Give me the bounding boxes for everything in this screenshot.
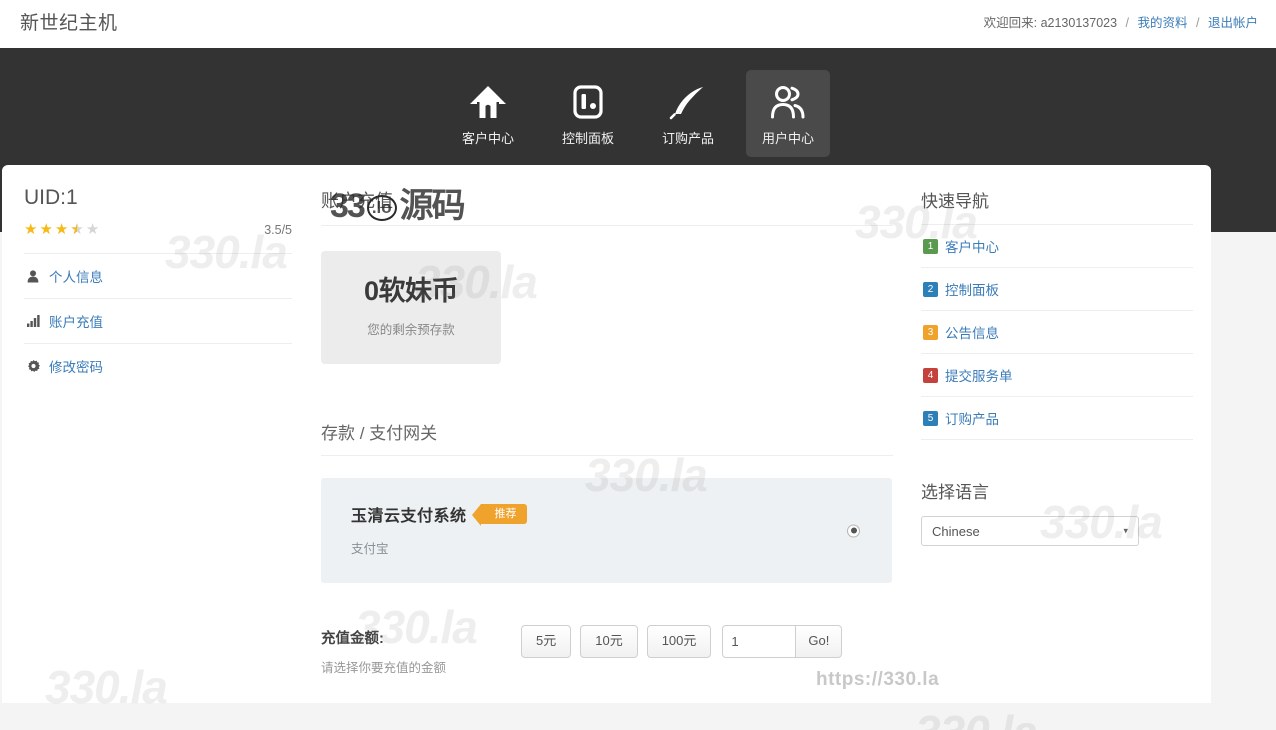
quicknav-item-customer-center[interactable]: 1 客户中心 [921,225,1193,268]
balance-amount: 0软妹币 [363,275,459,306]
sidebar-item-label: 个人信息 [49,270,103,285]
main-nav: 客户中心 控制面板 订购产品 用户中心 [0,70,1276,157]
chevron-down-icon: ▾ [1123,525,1128,536]
gateway-title-row: 玉清云支付系统 推荐 [351,502,527,527]
nav-label: 订购产品 [661,131,714,146]
quicknav-item-submit-ticket[interactable]: 4 提交服务单 [921,354,1193,397]
user-icon [26,269,40,283]
right-sidebar: 快速导航 1 客户中心 2 控制面板 3 公告信息 4 提交服务单 5 订购产品… [921,187,1193,546]
gateway-info: 玉清云支付系统 推荐 支付宝 [351,502,527,557]
watermark-text: 330.la [915,705,1038,730]
sidebar-menu: 个人信息 账户充值 修改密码 [24,253,292,388]
preset-amount-10[interactable]: 10元 [580,625,638,658]
amount-input-group: Go! [722,625,843,658]
balance-caption: 您的剩余预存款 [367,322,455,337]
quicknav-badge: 4 [923,367,938,383]
amount-input[interactable] [722,625,796,658]
logout-link[interactable]: 退出帐户 [1208,16,1258,30]
welcome-username: a2130137023 [1040,16,1118,30]
amount-hint: 请选择你要充值的金额 [321,661,447,675]
star-rating: ★ ★ ★ ★ ★ [24,222,99,237]
star-empty-icon: ★ [85,221,100,238]
star-half-icon: ★ [70,222,83,237]
language-selected-value: Chinese [932,523,980,539]
welcome-separator-2: / [1196,16,1200,30]
nav-item-customer-center[interactable]: 客户中心 [446,70,530,157]
page-root: 330.la 330.la 330.la 330.la 新世纪主机 欢迎回来: … [0,0,1276,730]
page-title: 账户充值 [321,187,893,226]
balance-card: 0软妹币 您的剩余预存款 [321,251,501,364]
nav-item-order-product[interactable]: 订购产品 [646,70,730,157]
star-icon: ★ [54,221,69,238]
nav-label: 控制面板 [561,131,614,146]
quicknav-item-announcements[interactable]: 3 公告信息 [921,311,1193,354]
quicknav-list: 1 客户中心 2 控制面板 3 公告信息 4 提交服务单 5 订购产品 [921,225,1193,440]
preset-amount-100[interactable]: 100元 [646,625,712,658]
gateway-subtitle: 支付宝 [351,542,389,556]
gateway-name: 玉清云支付系统 [351,508,467,525]
amount-label: 充值金额: [321,631,384,647]
rating-value: 3.5/5 [264,222,292,237]
top-header-bar: 新世纪主机 欢迎回来: a2130137023 / 我的资料 / 退出帐户 [0,0,1276,48]
uid-label: UID:1 [24,186,78,209]
quicknav-title: 快速导航 [921,187,1193,225]
quicknav-item-control-panel[interactable]: 2 控制面板 [921,268,1193,311]
nav-label: 用户中心 [761,131,814,146]
star-icon: ★ [24,221,38,238]
main-content: 账户充值 0软妹币 您的剩余预存款 存款 / 支付网关 玉清云支付系统 推荐 支… [321,187,893,676]
amount-controls: 5元 10元 100元 Go! [521,623,843,658]
quicknav-label: 订购产品 [945,412,999,427]
profile-link[interactable]: 我的资料 [1138,16,1188,30]
gear-icon [26,359,40,373]
quicknav-label: 提交服务单 [945,369,1013,384]
sidebar-item-personal-info[interactable]: 个人信息 [24,254,292,299]
sidebar-item-change-password[interactable]: 修改密码 [24,344,292,388]
quicknav-label: 控制面板 [945,283,999,298]
bar-chart-icon [26,315,40,327]
quicknav-label: 公告信息 [945,326,999,341]
control-panel-icon [569,82,607,122]
nav-item-user-center[interactable]: 用户中心 [746,70,830,157]
payment-gateway-option[interactable]: 玉清云支付系统 推荐 支付宝 [321,478,892,583]
users-icon [768,82,808,122]
welcome-bar: 欢迎回来: a2130137023 / 我的资料 / 退出帐户 [984,12,1258,31]
language-title: 选择语言 [921,483,989,502]
quicknav-badge: 2 [923,281,938,297]
welcome-separator-1: / [1125,16,1130,30]
amount-row: 充值金额: 请选择你要充值的金额 5元 10元 100元 Go! [321,623,893,676]
language-select[interactable]: Chinese ▾ [921,516,1139,546]
preset-amount-5[interactable]: 5元 [521,625,572,658]
welcome-prefix: 欢迎回来: [983,16,1038,30]
submit-go-button[interactable]: Go! [795,625,843,658]
amount-labels: 充值金额: 请选择你要充值的金额 [321,623,521,676]
quicknav-badge: 3 [923,324,938,340]
content-panel: UID:1 ★ ★ ★ ★ ★ 3.5/5 个人信息 [2,165,1211,703]
feather-pen-icon [668,82,708,122]
gateway-section-title: 存款 / 支付网关 [321,419,893,456]
rating-row: ★ ★ ★ ★ ★ 3.5/5 [24,222,292,247]
gateway-radio[interactable] [847,524,860,537]
nav-label: 客户中心 [461,131,514,146]
sidebar-item-label: 账户充值 [49,315,103,330]
quicknav-badge: 5 [923,410,938,426]
sidebar-item-account-recharge[interactable]: 账户充值 [24,299,292,344]
quicknav-item-order-product[interactable]: 5 订购产品 [921,397,1193,440]
quicknav-label: 客户中心 [945,240,999,255]
nav-item-control-panel[interactable]: 控制面板 [546,70,630,157]
star-icon: ★ [39,221,53,238]
account-sidebar: UID:1 ★ ★ ★ ★ ★ 3.5/5 个人信息 [24,187,292,388]
recommended-badge: 推荐 [471,503,527,527]
quicknav-badge: 1 [923,238,938,254]
site-brand: 新世纪主机 [20,13,118,34]
home-icon [468,82,508,122]
sidebar-item-label: 修改密码 [49,360,103,375]
